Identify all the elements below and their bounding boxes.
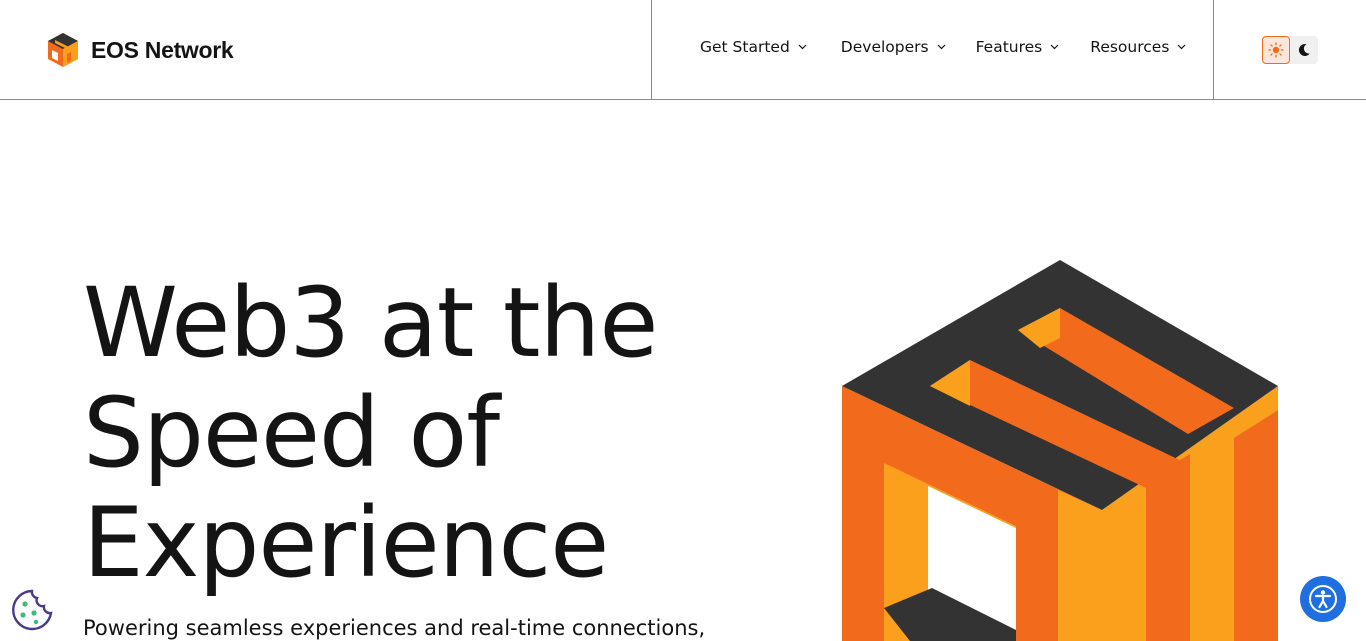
hero-title-line: Experience [83, 487, 609, 599]
brand-logo-link[interactable]: EOS Network [47, 32, 234, 68]
accessibility-button[interactable] [1300, 576, 1346, 622]
nav-label: Get Started [700, 38, 790, 56]
main-nav: Get Started Developers Features Resource… [700, 38, 1186, 56]
hero-subtitle: Powering seamless experiences and real-t… [83, 616, 706, 640]
cookie-settings-button[interactable] [11, 589, 53, 631]
nav-developers[interactable]: Developers [841, 38, 946, 56]
header-divider [651, 0, 652, 100]
accessibility-icon [1309, 585, 1337, 613]
hero-title-line: Web3 at the [83, 267, 658, 379]
header-divider [1213, 0, 1214, 100]
nav-label: Features [975, 38, 1043, 56]
site-header: EOS Network Get Started Developers Featu… [0, 0, 1366, 100]
hero-title-line: Speed of [83, 377, 500, 489]
chevron-down-icon [1177, 44, 1186, 50]
nav-resources[interactable]: Resources [1090, 38, 1186, 56]
eos-logo-icon [48, 33, 78, 67]
eos-cube-illustration [842, 260, 1278, 641]
dark-theme-button[interactable] [1290, 36, 1318, 64]
nav-features[interactable]: Features [976, 38, 1060, 56]
nav-get-started[interactable]: Get Started [700, 38, 807, 56]
brand-name: EOS Network [91, 36, 234, 63]
theme-toggle [1262, 36, 1318, 64]
moon-icon [1298, 43, 1310, 56]
hero-title: Web3 at the Speed of Experience [83, 267, 658, 599]
nav-label: Developers [840, 38, 929, 56]
chevron-down-icon [798, 44, 807, 50]
sun-icon [1268, 42, 1284, 58]
chevron-down-icon [937, 44, 946, 50]
light-theme-button[interactable] [1262, 36, 1290, 64]
chevron-down-icon [1050, 44, 1059, 50]
cookie-icon [12, 589, 53, 631]
nav-label: Resources [1090, 38, 1170, 56]
